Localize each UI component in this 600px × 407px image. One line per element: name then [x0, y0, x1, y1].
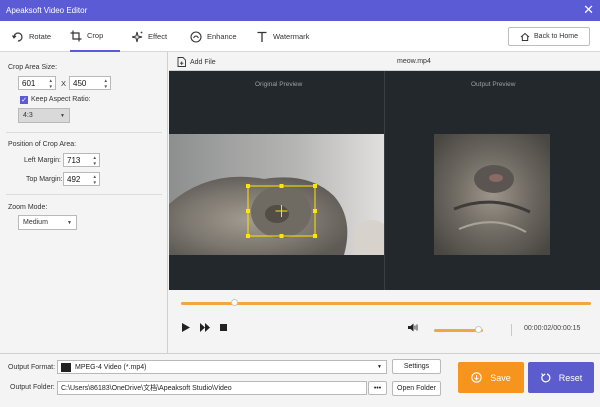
rotate-icon	[12, 31, 23, 42]
save-icon	[471, 372, 482, 383]
aspect-ratio-value: 4:3	[23, 112, 33, 119]
output-folder-field[interactable]: C:\Users\86183\OneDrive\文档\Apeaksoft Stu…	[57, 381, 367, 395]
tab-bar: Rotate Crop Effect Enhance Watermark Bac…	[0, 21, 600, 52]
preview-divider	[384, 71, 385, 290]
timeline-handle[interactable]	[231, 299, 239, 306]
tab-enhance-label: Enhance	[207, 32, 237, 41]
crop-position-label: Position of Crop Area:	[8, 141, 77, 148]
crop-height-stepper[interactable]: 450 ▲ ▼	[69, 76, 111, 90]
crop-icon	[70, 30, 82, 41]
divider	[6, 194, 162, 195]
reset-icon	[540, 373, 551, 383]
crop-height-value: 450	[73, 78, 87, 88]
tab-rotate[interactable]: Rotate	[12, 21, 51, 52]
original-preview-label: Original Preview	[255, 81, 303, 88]
chevron-down-icon: ▼	[60, 113, 65, 119]
file-header: Add File meow.mp4	[169, 52, 600, 71]
watermark-icon	[257, 31, 267, 42]
left-margin-label: Left Margin:	[24, 157, 61, 164]
keep-aspect-checkbox[interactable]: ✓	[20, 96, 28, 104]
timeline-slider[interactable]	[181, 299, 591, 306]
output-preview-label: Output Preview	[471, 81, 516, 88]
browse-folder-button[interactable]: •••	[368, 381, 387, 395]
output-format-value: MPEG-4 Video (*.mp4)	[75, 363, 147, 371]
stepper-arrows-icon[interactable]: ▲ ▼	[104, 78, 108, 89]
keep-aspect-label: Keep Aspect Ratio:	[31, 96, 91, 103]
zoom-mode-value: Medium	[23, 219, 48, 226]
tab-crop-label: Crop	[87, 31, 104, 40]
original-video-frame	[169, 134, 384, 255]
back-to-home-label: Back to Home	[534, 33, 578, 40]
chevron-down-icon: ▼	[67, 220, 72, 226]
stepper-arrows-icon[interactable]: ▲ ▼	[93, 155, 97, 166]
zoom-mode-label: Zoom Mode:	[8, 204, 48, 211]
output-format-select[interactable]: MPEG-4 Video (*.mp4) ▼	[57, 360, 387, 374]
enhance-icon	[190, 30, 202, 43]
left-margin-value: 713	[67, 155, 81, 165]
tab-rotate-label: Rotate	[29, 32, 52, 41]
crop-width-stepper[interactable]: 601 ▲ ▼	[18, 76, 56, 90]
top-margin-label: Top Margin:	[26, 176, 63, 183]
zoom-mode-select[interactable]: Medium ▼	[18, 215, 77, 230]
play-icon[interactable]	[182, 323, 190, 332]
stop-icon[interactable]	[220, 324, 227, 331]
file-name: meow.mp4	[397, 58, 431, 65]
crop-width-value: 601	[22, 78, 36, 88]
add-file-label: Add File	[190, 58, 216, 66]
crop-times-label: X	[61, 79, 67, 88]
tab-crop[interactable]: Crop	[70, 21, 120, 52]
add-file-button[interactable]: Add File	[177, 57, 216, 67]
volume-icon[interactable]	[408, 323, 418, 332]
window-title: Apeaksoft Video Editor	[6, 6, 88, 15]
output-bar: Output Format: MPEG-4 Video (*.mp4) ▼ Se…	[0, 353, 600, 407]
settings-button[interactable]: Settings	[392, 359, 441, 374]
add-file-icon	[177, 57, 186, 67]
playback-controls: 00:00:02/00:00:15	[169, 290, 600, 353]
preview-area: Original Preview Output Preview	[169, 71, 600, 290]
title-bar: Apeaksoft Video Editor ✕	[0, 0, 600, 21]
crop-area-size-label: Crop Area Size:	[8, 64, 58, 71]
back-to-home-button[interactable]: Back to Home	[508, 27, 590, 46]
crop-settings-panel: Crop Area Size: 601 ▲ ▼ X 450 ▲ ▼ ✓ Keep A…	[0, 52, 168, 353]
close-icon[interactable]: ✕	[583, 2, 594, 17]
left-margin-stepper[interactable]: 713 ▲ ▼	[63, 153, 100, 167]
fast-forward-icon[interactable]	[200, 323, 210, 332]
divider	[6, 132, 162, 133]
stepper-arrows-icon[interactable]: ▲ ▼	[49, 78, 53, 89]
tab-watermark-label: Watermark	[273, 32, 310, 41]
tab-effect-label: Effect	[148, 32, 168, 41]
effect-icon	[131, 31, 143, 42]
output-folder-label: Output Folder:	[10, 384, 55, 391]
output-video-frame	[434, 134, 550, 255]
open-folder-button[interactable]: Open Folder	[392, 381, 441, 396]
reset-label: Reset	[558, 372, 583, 383]
playback-time: 00:00:02/00:00:15	[524, 325, 581, 332]
output-format-label: Output Format:	[8, 364, 56, 371]
top-margin-stepper[interactable]: 492 ▲ ▼	[63, 172, 100, 186]
volume-handle[interactable]	[475, 326, 483, 333]
volume-slider[interactable]	[434, 326, 483, 333]
save-label: Save	[490, 372, 511, 383]
aspect-ratio-select[interactable]: 4:3 ▼	[18, 108, 70, 123]
save-button[interactable]: Save	[458, 362, 524, 393]
home-icon	[520, 32, 530, 41]
video-file-icon	[61, 362, 71, 372]
tab-effect[interactable]: Effect	[131, 21, 167, 52]
chevron-down-icon: ▼	[377, 364, 382, 370]
top-margin-value: 492	[67, 174, 81, 184]
tab-enhance[interactable]: Enhance	[190, 21, 237, 52]
stepper-arrows-icon[interactable]: ▲ ▼	[93, 174, 97, 185]
divider	[511, 324, 512, 336]
reset-button[interactable]: Reset	[528, 362, 594, 393]
tab-watermark[interactable]: Watermark	[256, 21, 309, 52]
output-folder-value: C:\Users\86183\OneDrive\文档\Apeaksoft Stu…	[61, 385, 232, 392]
